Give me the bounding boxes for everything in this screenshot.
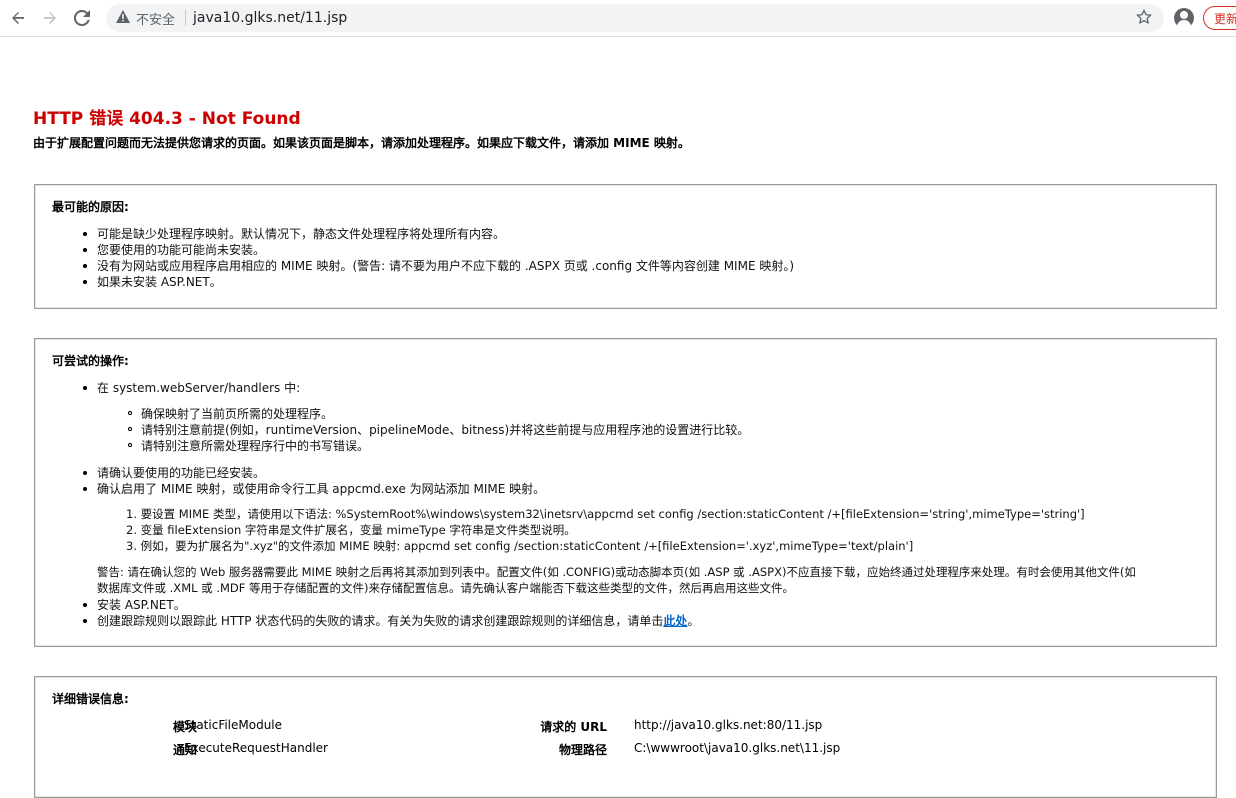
- address-bar[interactable]: 不安全 java10.glks.net/11.jsp: [106, 4, 1164, 32]
- module-value: StaticFileModule: [184, 718, 283, 732]
- click-here-link[interactable]: 此处: [663, 614, 687, 628]
- details-section: 详细错误信息: 模块 StaticFileModule 通知 ExecuteRe…: [34, 676, 1217, 798]
- bullet-icon: [83, 471, 87, 475]
- action-sub-item: 确保映射了当前页所需的处理程序。: [141, 407, 334, 421]
- url-text[interactable]: java10.glks.net/11.jsp: [193, 10, 347, 26]
- cause-item: 没有为网站或应用程序启用相应的 MIME 映射。(警告: 请不要为用户不应下载的…: [97, 259, 795, 273]
- action-item: 确认启用了 MIME 映射，或使用命令行工具 appcmd.exe 为网站添加 …: [97, 482, 546, 496]
- bullet-icon: [83, 280, 87, 284]
- forward-icon[interactable]: [40, 8, 60, 28]
- bullet-icon: [83, 603, 87, 607]
- security-label[interactable]: 不安全: [136, 9, 175, 28]
- circle-bullet-icon: [128, 443, 132, 447]
- warning-text: 数据库文件或 .XML 或 .MDF 等用于存储配置的文件)来存储配置信息。请先…: [97, 581, 795, 595]
- cause-item: 您要使用的功能可能尚未安装。: [97, 243, 266, 257]
- action-item: 安装 ASP.NET。: [97, 598, 186, 612]
- actions-section: 可尝试的操作: 在 system.webServer/handlers 中: 确…: [34, 338, 1217, 647]
- profile-avatar-icon[interactable]: [1174, 8, 1194, 28]
- circle-bullet-icon: [128, 427, 132, 431]
- mime-step: 1. 要设置 MIME 类型，请使用以下语法: %SystemRoot%\win…: [126, 507, 1085, 521]
- reload-icon[interactable]: [72, 8, 92, 28]
- action-item: 请确认要使用的功能已经安装。: [97, 466, 266, 480]
- trace-rule-suffix: 。: [687, 614, 700, 628]
- mime-step: 3. 例如，要为扩展名为".xyz"的文件添加 MIME 映射: appcmd …: [126, 539, 914, 553]
- bullet-icon: [83, 232, 87, 236]
- back-icon[interactable]: [8, 8, 28, 28]
- omnibox-divider: [185, 10, 187, 26]
- cause-item: 可能是缺少处理程序映射。默认情况下，静态文件处理程序将处理所有内容。: [97, 227, 506, 241]
- warning-text: 警告: 请在确认您的 Web 服务器需要此 MIME 映射之后再将其添加到列表中…: [97, 565, 1136, 579]
- details-heading: 详细错误信息:: [52, 692, 129, 706]
- notification-value: ExecuteRequestHandler: [184, 741, 328, 755]
- bullet-icon: [83, 264, 87, 268]
- actions-heading: 可尝试的操作:: [52, 354, 129, 368]
- error-description: 由于扩展配置问题而无法提供您请求的页面。如果该页面是脚本，请添加处理程序。如果应…: [33, 136, 690, 150]
- bullet-icon: [83, 386, 87, 390]
- mime-step: 2. 变量 fileExtension 字符串是文件扩展名，变量 mimeTyp…: [126, 523, 576, 537]
- physical-path-value: C:\wwwroot\java10.glks.net\11.jsp: [634, 741, 841, 755]
- action-sub-item: 请特别注意所需处理程序行中的书写错误。: [141, 439, 370, 453]
- error-title: HTTP 错误 404.3 - Not Found: [33, 109, 301, 129]
- warning-icon[interactable]: [116, 9, 130, 27]
- bookmark-star-icon[interactable]: [1136, 8, 1152, 29]
- update-button[interactable]: 更新: [1203, 6, 1236, 30]
- action-item: 创建跟踪规则以跟踪此 HTTP 状态代码的失败的请求。有关为失败的请求创建跟踪规…: [97, 612, 699, 629]
- circle-bullet-icon: [128, 411, 132, 415]
- request-url-value: http://java10.glks.net:80/11.jsp: [634, 718, 823, 732]
- action-sub-item: 请特别注意前提(例如，runtimeVersion、pipelineMode、b…: [141, 423, 750, 437]
- request-url-label: 请求的 URL: [540, 720, 607, 734]
- causes-section: 最可能的原因: 可能是缺少处理程序映射。默认情况下，静态文件处理程序将处理所有内…: [34, 184, 1217, 309]
- cause-item: 如果未安装 ASP.NET。: [97, 275, 222, 289]
- bullet-icon: [83, 248, 87, 252]
- bullet-icon: [83, 487, 87, 491]
- bullet-icon: [83, 619, 87, 623]
- causes-heading: 最可能的原因:: [52, 200, 129, 214]
- physical-path-label: 物理路径: [558, 743, 607, 757]
- browser-toolbar: 不安全 java10.glks.net/11.jsp 更新: [0, 0, 1236, 37]
- trace-rule-text: 创建跟踪规则以跟踪此 HTTP 状态代码的失败的请求。有关为失败的请求创建跟踪规…: [97, 614, 664, 628]
- action-item: 在 system.webServer/handlers 中:: [97, 381, 301, 395]
